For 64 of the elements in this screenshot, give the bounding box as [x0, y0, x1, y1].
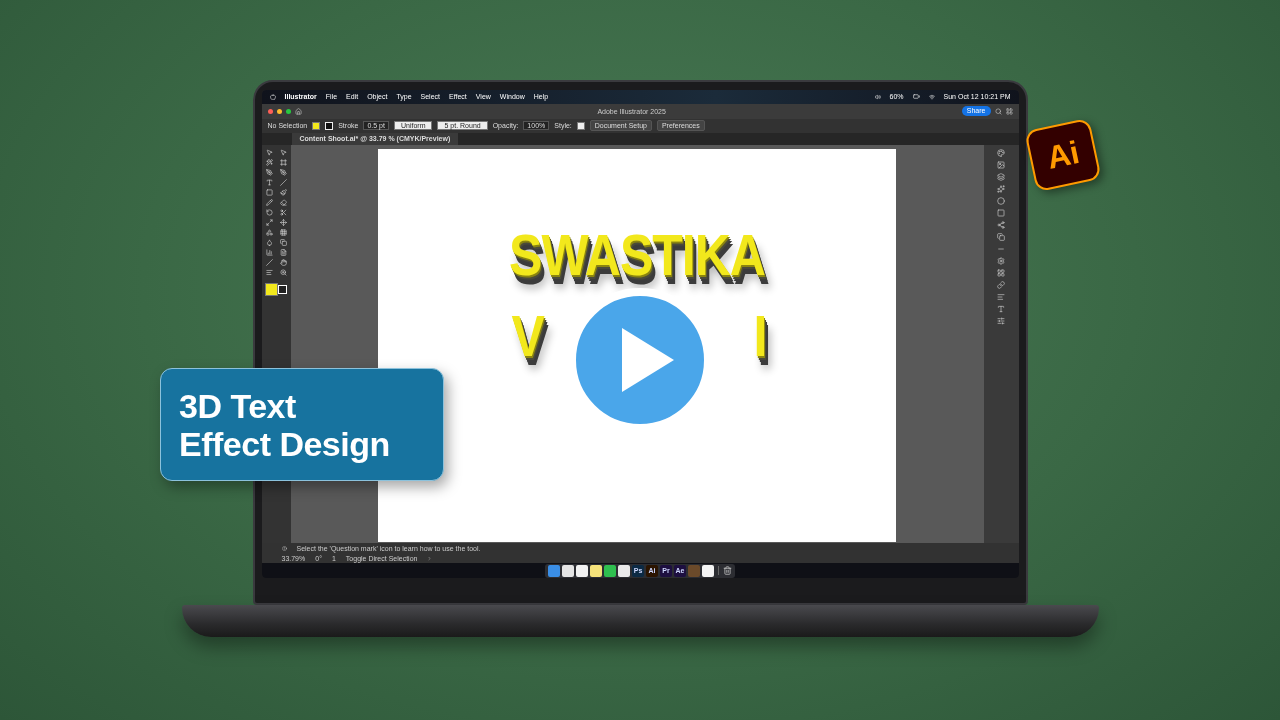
square-icon[interactable]	[997, 208, 1005, 217]
share-icon[interactable]	[997, 220, 1005, 229]
app-icon[interactable]	[604, 564, 616, 577]
app-logo: Ai	[1024, 117, 1102, 193]
stroke-color-swatch[interactable]	[278, 285, 287, 295]
sliders-icon[interactable]	[997, 316, 1005, 325]
line-icon[interactable]	[279, 178, 287, 186]
eraser-icon[interactable]	[279, 198, 287, 206]
move-icon[interactable]	[279, 218, 287, 226]
frame-icon[interactable]	[279, 158, 287, 166]
trash-icon[interactable]	[723, 566, 732, 575]
card-title: 3D Text	[179, 386, 297, 425]
fill-swatch[interactable]	[312, 121, 321, 130]
copy-icon[interactable]	[997, 232, 1005, 241]
hand-icon[interactable]	[279, 258, 287, 266]
artwork-text: SWASTIKA	[509, 227, 765, 283]
text-icon[interactable]	[265, 178, 273, 186]
link-icon[interactable]	[997, 280, 1005, 289]
style-swatch[interactable]	[576, 121, 585, 130]
pencil-icon[interactable]	[265, 198, 273, 206]
copy-icon[interactable]	[279, 238, 287, 246]
brush-icon[interactable]	[279, 188, 287, 196]
circle-icon[interactable]	[997, 196, 1005, 205]
line-icon[interactable]	[265, 258, 273, 266]
wifi-icon[interactable]	[928, 94, 935, 100]
home-icon[interactable]	[294, 107, 302, 115]
grid-icon[interactable]	[997, 268, 1005, 277]
align-icon[interactable]	[265, 268, 273, 276]
wand-icon[interactable]	[265, 158, 273, 166]
card-title: Effect Design	[179, 424, 391, 463]
droplet-icon[interactable]	[265, 238, 273, 246]
artwork-text: V	[511, 308, 544, 364]
palette-icon[interactable]	[997, 148, 1005, 157]
scissors-icon[interactable]	[279, 208, 287, 216]
battery-icon[interactable]	[912, 93, 920, 101]
zoom-icon[interactable]	[279, 268, 287, 276]
pen-icon[interactable]	[279, 168, 287, 176]
scale-icon[interactable]	[265, 218, 273, 226]
zoom-button[interactable]	[285, 108, 291, 114]
rotate-icon[interactable]	[265, 208, 273, 216]
document-icon[interactable]	[279, 248, 287, 256]
image-icon[interactable]	[997, 160, 1005, 169]
minimize-button[interactable]	[276, 108, 282, 114]
bar-chart-icon[interactable]	[265, 248, 273, 256]
gear-icon[interactable]	[997, 256, 1005, 265]
layers-icon[interactable]	[997, 172, 1005, 181]
app-icon[interactable]	[562, 564, 574, 577]
app-icon[interactable]	[702, 564, 714, 577]
artwork-text: I	[753, 308, 767, 364]
layout-icon[interactable]	[1005, 107, 1013, 115]
pen-icon[interactable]	[265, 168, 273, 176]
fill-color-swatch[interactable]	[265, 283, 278, 297]
close-button[interactable]	[267, 108, 273, 114]
shapes-icon[interactable]	[265, 228, 273, 236]
app-icon[interactable]	[618, 564, 630, 577]
align-icon[interactable]	[997, 292, 1005, 301]
text-icon[interactable]	[997, 304, 1005, 313]
grid-icon[interactable]	[279, 228, 287, 236]
stroke-swatch[interactable]	[325, 121, 334, 130]
volume-icon[interactable]	[874, 94, 881, 100]
search-icon[interactable]	[994, 107, 1002, 115]
sparkle-icon[interactable]	[997, 184, 1005, 193]
app-icon[interactable]	[576, 564, 588, 577]
app-icon[interactable]	[590, 564, 602, 577]
